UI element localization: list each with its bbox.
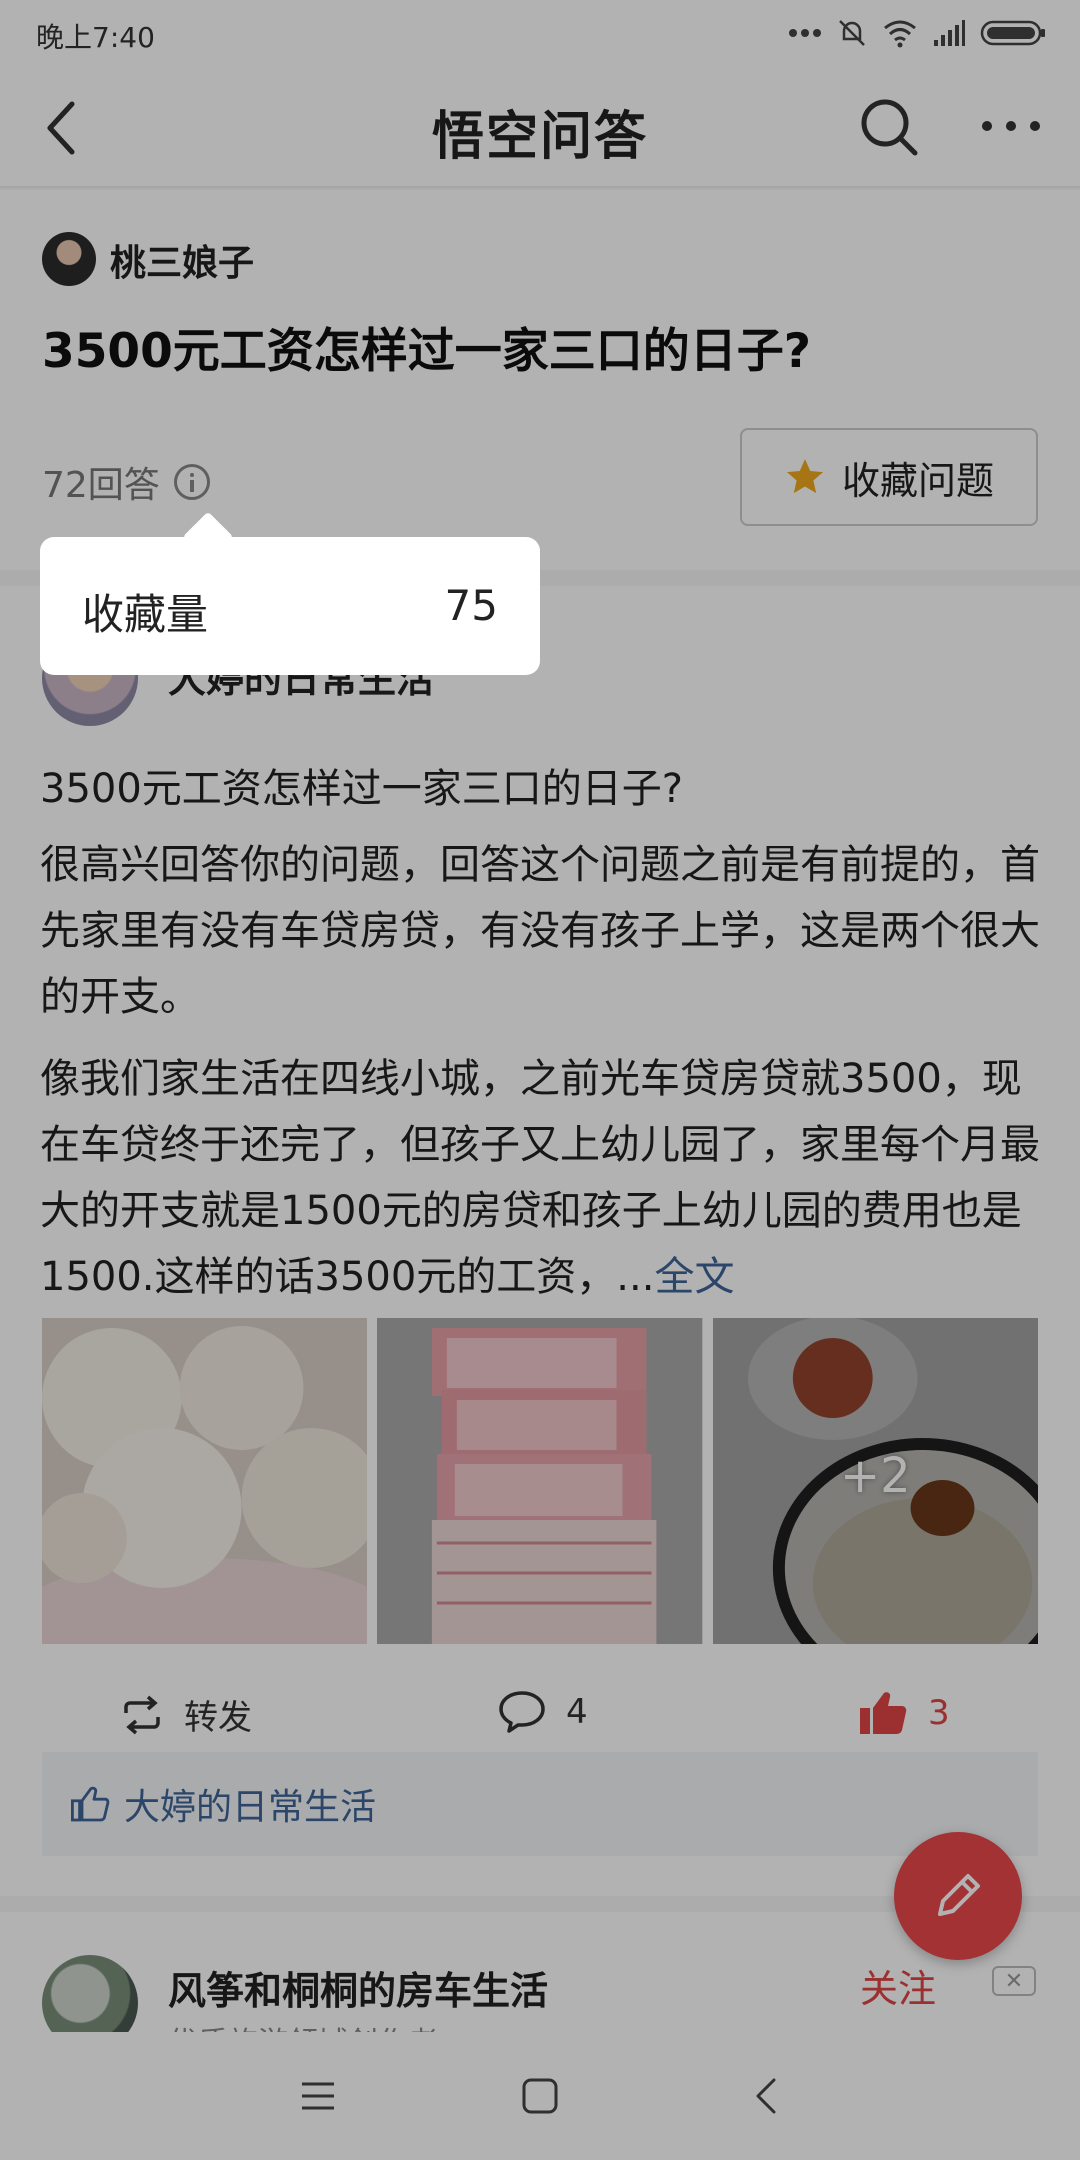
image-thumbnail-noodles[interactable]: +2 — [712, 1318, 1038, 1644]
answer-paragraph-truncated[interactable]: 像我们家生活在四线小城，之前光车贷房贷就3500，现在车贷终于还完了，但孩子又上… — [40, 1046, 1040, 1310]
tooltip-label: 收藏量 — [82, 590, 209, 639]
answer-paragraph-text: 像我们家生活在四线小城，之前光车贷房贷就3500，现在车贷终于还完了，但孩子又上… — [40, 1056, 1040, 1300]
liked-by-bar[interactable]: 大婷的日常生活 — [42, 1752, 1038, 1856]
pencil-icon — [938, 1874, 980, 1916]
buns-image — [42, 1318, 368, 1644]
more-options-icon[interactable] — [980, 114, 1042, 138]
status-bar: 晚上7:40 — [0, 0, 1080, 66]
answer-question-line: 3500元工资怎样过一家三口的日子? — [40, 766, 684, 812]
question-title: 3500元工资怎样过一家三口的日子? — [42, 324, 812, 379]
next-author-subtitle: 优质旅游领域创作者 — [168, 2018, 438, 2032]
mute-icon — [839, 20, 865, 46]
answer-card: 大婷的日常生活 3500元工资怎样过一家三口的日子? 很高兴回答你的问题，回答这… — [0, 586, 1080, 1896]
repost-label: 转发 — [184, 1698, 252, 1738]
dismiss-button[interactable]: ✕ — [992, 1966, 1036, 1996]
favorite-question-label: 收藏问题 — [841, 458, 994, 503]
menu-icon[interactable] — [296, 2074, 340, 2118]
wifi-icon — [884, 20, 916, 48]
repost-icon — [124, 1695, 160, 1734]
home-icon[interactable] — [518, 2074, 562, 2118]
more-dots-status-icon — [789, 29, 821, 37]
image-thumbnail-buns[interactable] — [42, 1318, 368, 1644]
write-answer-fab[interactable] — [894, 1832, 1022, 1960]
battery-icon — [980, 20, 1045, 46]
answer-count: 72回答 — [42, 465, 160, 506]
info-icon[interactable] — [173, 464, 210, 500]
favorite-question-button[interactable]: 收藏问题 — [740, 428, 1038, 526]
system-nav-bar — [0, 2032, 1080, 2160]
follow-button[interactable]: 关注 — [860, 1958, 936, 2013]
status-icons — [788, 16, 1046, 50]
system-back-icon[interactable] — [746, 2074, 790, 2118]
status-time: 晚上7:40 — [36, 21, 155, 54]
close-icon: ✕ — [1004, 1968, 1024, 1994]
full-text-link[interactable]: 全文 — [654, 1254, 734, 1300]
image-thumbnail-money[interactable] — [377, 1318, 703, 1644]
thumbs-up-icon — [860, 1692, 907, 1734]
question-author-avatar[interactable] — [42, 232, 96, 286]
top-nav-bar: 悟空问答 — [0, 66, 1080, 188]
comment-button[interactable]: 4 — [498, 1690, 588, 1734]
answer-action-bar: 转发 4 3 — [0, 1666, 1080, 1766]
like-count: 3 — [928, 1693, 950, 1733]
thumbs-up-outline-icon — [71, 1786, 110, 1822]
question-author-name[interactable]: 桃三娘子 — [110, 234, 254, 286]
star-icon — [786, 459, 824, 494]
answer-image-grid: +2 — [42, 1318, 1038, 1644]
next-author-avatar[interactable] — [42, 1955, 138, 2032]
repost-button[interactable]: 转发 — [120, 1690, 252, 1739]
money-image — [377, 1318, 703, 1644]
favorite-count-tooltip: 收藏量 75 — [40, 511, 540, 675]
liked-by-name[interactable]: 大婷的日常生活 — [124, 1778, 376, 1830]
like-button[interactable]: 3 — [858, 1690, 950, 1736]
question-card: 桃三娘子 3500元工资怎样过一家三口的日子? 72回答 收藏问题 — [0, 190, 1080, 570]
comment-icon — [499, 1691, 545, 1733]
comment-count: 4 — [566, 1692, 588, 1732]
tooltip-value: 75 — [444, 581, 498, 630]
answer-paragraph[interactable]: 很高兴回答你的问题，回答这个问题之前是有前提的，首先家里有没有车贷房贷，有没有孩… — [40, 832, 1040, 1030]
answer-count-meta[interactable]: 72回答 — [42, 456, 210, 508]
more-images-count: +2 — [839, 1448, 911, 1504]
signal-icon — [934, 20, 965, 46]
search-icon[interactable] — [858, 96, 920, 158]
next-author-name[interactable]: 风筝和桐桐的房车生活 — [168, 1960, 548, 2015]
